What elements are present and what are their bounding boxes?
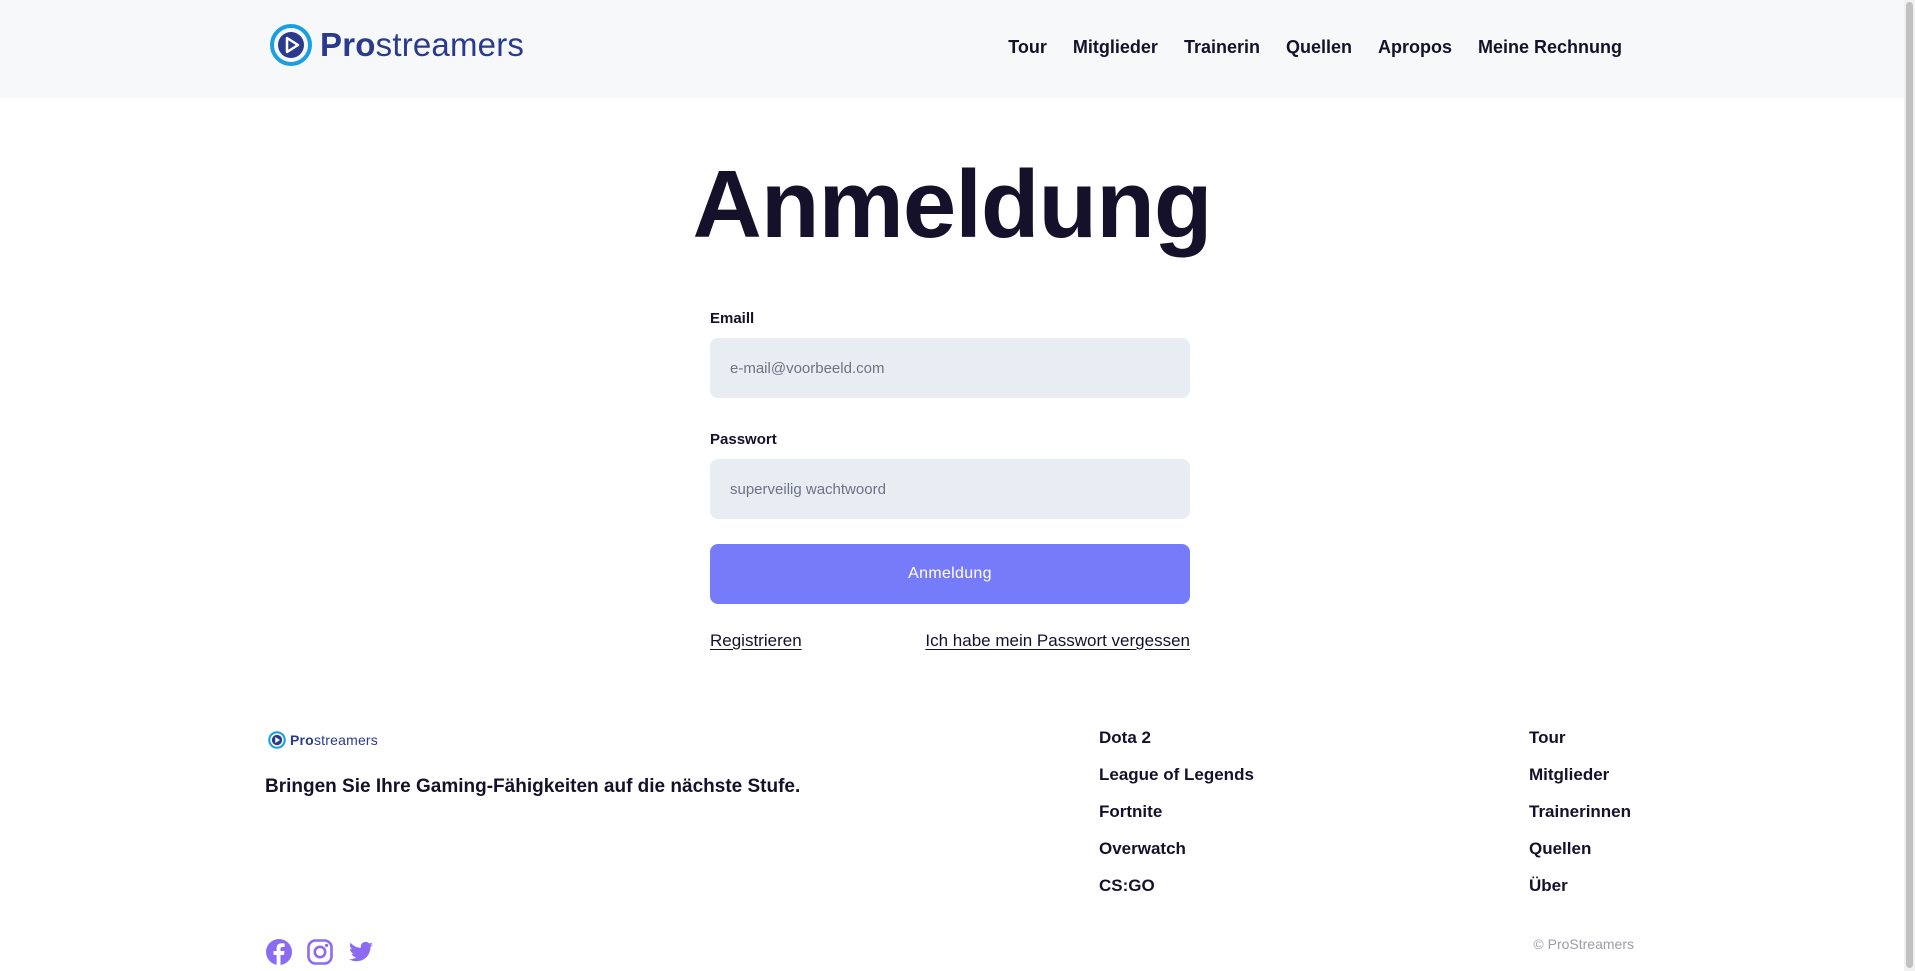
scrollbar-thumb[interactable] xyxy=(1906,2,1913,968)
copyright-notice: © ProStreamers xyxy=(1533,936,1634,952)
footer-game-csgo[interactable]: CS:GO xyxy=(1099,874,1254,897)
password-field[interactable] xyxy=(710,459,1190,519)
play-logo-icon xyxy=(268,731,286,749)
login-form: Emaill Passwort Anmeldung Registrieren I… xyxy=(710,310,1190,651)
facebook-icon[interactable] xyxy=(265,938,293,966)
footer-wordmark: Prostreamers xyxy=(290,732,378,748)
page-title: Anmeldung xyxy=(692,151,1213,258)
play-logo-icon xyxy=(270,24,312,66)
footer-link-trainerinnen[interactable]: Trainerinnen xyxy=(1529,800,1631,823)
footer-game-lol[interactable]: League of Legends xyxy=(1099,763,1254,786)
footer-link-tour[interactable]: Tour xyxy=(1529,726,1631,749)
footer-link-quellen[interactable]: Quellen xyxy=(1529,837,1631,860)
forgot-password-link[interactable]: Ich habe mein Passwort vergessen xyxy=(925,631,1190,651)
footer-link-mitglieder[interactable]: Mitglieder xyxy=(1529,763,1631,786)
nav-tour[interactable]: Tour xyxy=(1008,36,1047,58)
brand-logo[interactable]: Prostreamers xyxy=(270,24,524,66)
footer-game-dota2[interactable]: Dota 2 xyxy=(1099,726,1254,749)
page: Prostreamers Tour Mitglieder Trainerin Q… xyxy=(0,0,1915,971)
nav-apropos[interactable]: Apropos xyxy=(1378,36,1452,58)
brand-wordmark: Prostreamers xyxy=(320,26,525,63)
footer-logo[interactable]: Prostreamers xyxy=(268,731,378,749)
login-button[interactable]: Anmeldung xyxy=(710,544,1190,604)
nav-mitglieder[interactable]: Mitglieder xyxy=(1073,36,1158,58)
main-nav: Tour Mitglieder Trainerin Quellen Apropo… xyxy=(1008,36,1622,58)
password-label: Passwort xyxy=(710,431,777,448)
nav-quellen[interactable]: Quellen xyxy=(1286,36,1352,58)
form-links: Registrieren Ich habe mein Passwort verg… xyxy=(710,631,1190,651)
instagram-icon[interactable] xyxy=(306,938,334,966)
footer-game-overwatch[interactable]: Overwatch xyxy=(1099,837,1254,860)
page-scrollbar[interactable] xyxy=(1904,0,1915,971)
nav-trainerin[interactable]: Trainerin xyxy=(1184,36,1260,58)
email-field[interactable] xyxy=(710,338,1190,398)
twitter-icon[interactable] xyxy=(347,938,375,966)
footer-games-list: Dota 2 League of Legends Fortnite Overwa… xyxy=(1099,726,1254,897)
footer-game-fortnite[interactable]: Fortnite xyxy=(1099,800,1254,823)
social-links xyxy=(265,938,375,966)
footer-tagline: Bringen Sie Ihre Gaming-Fähigkeiten auf … xyxy=(265,776,801,797)
site-header: Prostreamers Tour Mitglieder Trainerin Q… xyxy=(0,0,1904,98)
nav-meine-rechnung[interactable]: Meine Rechnung xyxy=(1478,36,1622,58)
email-label: Emaill xyxy=(710,310,755,327)
footer-link-ueber[interactable]: Über xyxy=(1529,874,1631,897)
footer-site-links: Tour Mitglieder Trainerinnen Quellen Übe… xyxy=(1529,726,1631,897)
register-link[interactable]: Registrieren xyxy=(710,631,802,651)
